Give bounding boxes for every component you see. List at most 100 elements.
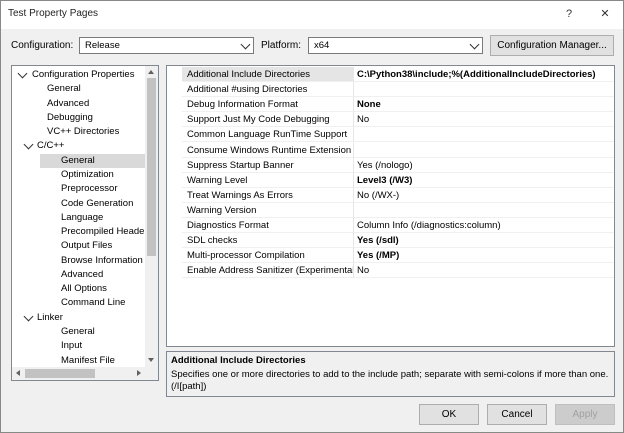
property-name: Common Language RunTime Support [182,127,354,143]
property-row[interactable]: Suppress Startup Banner Yes (/nologo) [167,157,614,173]
property-value[interactable]: Level3 (/W3) [354,173,614,188]
tree-item[interactable]: VC++ Directories [12,125,146,139]
tree-item[interactable]: C/C++ [12,139,146,153]
tree-hscroll-thumb[interactable] [25,369,95,378]
tree-item[interactable]: Output Files [12,239,146,253]
tree-item[interactable]: Debugging [12,111,146,125]
property-row[interactable]: Treat Warnings As Errors No (/WX-) [167,187,614,203]
tree-item[interactable]: General [12,82,146,96]
tree-item[interactable]: Advanced [12,97,146,111]
tree-item-label: General [61,326,95,338]
property-value[interactable] [354,127,614,143]
property-row[interactable]: Consume Windows Runtime Extension [167,142,614,158]
scroll-left-icon[interactable] [16,370,20,376]
property-pages-dialog: Test Property Pages ? ✕ Configuration: R… [0,0,624,433]
chevron-down-icon [240,39,251,50]
property-row[interactable]: Warning Level Level3 (/W3) [167,172,614,188]
tree-item[interactable]: All Options [12,282,146,296]
property-value[interactable] [354,143,614,158]
property-value[interactable]: C:\Python38\include;%(AdditionalIncludeD… [354,67,614,82]
property-row[interactable]: Common Language RunTime Support [167,127,614,143]
tree-item-label: Language [61,211,104,223]
tree-item-label: Preprocessor [61,183,118,195]
description-panel: Additional Include Directories Specifies… [166,351,615,397]
property-row[interactable]: Warning Version [167,202,614,218]
property-grid: Additional Include Directories C:\Python3… [166,65,615,347]
property-name: Additional #using Directories [182,82,354,98]
property-value[interactable]: Yes (/MP) [354,248,614,264]
property-value[interactable] [354,82,614,98]
property-value[interactable]: No [354,263,614,279]
tree-item-label: Browse Information [61,254,143,266]
expand-chevron-icon[interactable] [23,139,34,150]
property-name: Consume Windows Runtime Extension [182,142,354,158]
tree-item-label: Input [61,340,83,352]
tree-scroll-thumb[interactable] [147,78,156,256]
tree-item[interactable]: Linker [12,311,146,325]
tree-item-label: Output Files [61,240,113,252]
property-value[interactable]: Yes (/nologo) [354,158,614,173]
property-name: Diagnostics Format [182,218,354,233]
property-row[interactable]: Support Just My Code Debugging No [167,112,614,128]
platform-label: Platform: [261,40,302,51]
property-row[interactable]: Diagnostics Format Column Info (/diagnost… [167,218,614,233]
tree-item-label: Command Line [61,297,126,309]
tree-item[interactable]: Configuration Properties [12,68,146,82]
tree-item-label: C/C++ [37,140,65,152]
description-title: Additional Include Directories [171,355,306,366]
tree-item-label: Linker [37,311,63,323]
tree-item[interactable]: Code Generation [12,197,146,211]
chevron-down-icon [469,39,480,50]
property-name: Enable Address Sanitizer (Experimental) [182,263,354,279]
property-name: Warning Level [182,172,354,188]
property-row[interactable]: SDL checks Yes (/sdl) [167,233,614,249]
configuration-label: Configuration: [11,40,74,51]
tree-item[interactable]: Command Line [12,296,146,310]
description-text: Specifies one or more directories to add… [171,369,609,392]
help-icon[interactable]: ? [561,6,577,22]
title-bar: Test Property Pages ? ✕ [1,1,623,29]
property-value[interactable]: Column Info (/diagnostics:column) [354,218,614,233]
expand-chevron-icon[interactable] [17,68,28,79]
tree-item[interactable]: Advanced [12,268,146,282]
ok-button[interactable]: OK [419,404,479,425]
tree-item[interactable]: Precompiled Heade [12,225,146,239]
tree-vertical-scrollbar[interactable] [145,66,158,380]
tree-item[interactable]: Input [12,339,146,353]
configuration-manager-button[interactable]: Configuration Manager... [490,35,614,56]
cancel-button[interactable]: Cancel [487,404,547,425]
property-value[interactable]: Yes (/sdl) [354,233,614,249]
tree-item-label: VC++ Directories [47,126,120,138]
tree-item[interactable]: General [40,153,146,168]
platform-select[interactable]: x64 [308,37,483,54]
property-value[interactable]: None [354,97,614,113]
scroll-down-icon[interactable] [148,358,154,362]
tree-item-label: Advanced [47,97,90,109]
tree-item[interactable]: Browse Information [12,254,146,268]
tree-item[interactable]: Manifest File [12,354,146,368]
tree-item-label: General [61,154,95,166]
tree-item-label: Debugging [47,111,93,123]
close-icon[interactable]: ✕ [597,6,613,22]
tree-item[interactable]: Optimization [12,168,146,182]
property-row[interactable]: Additional Include Directories C:\Python3… [167,67,614,82]
property-row[interactable]: Additional #using Directories [167,82,614,98]
tree-horizontal-scrollbar[interactable] [12,367,145,380]
tree-item[interactable]: Language [12,211,146,225]
apply-button[interactable]: Apply [555,404,615,425]
property-row[interactable]: Enable Address Sanitizer (Experimental) N… [167,263,614,279]
tree-item-label: Configuration Properties [32,69,135,80]
property-row[interactable]: Multi-processor Compilation Yes (/MP) [167,248,614,264]
scroll-right-icon[interactable] [137,370,141,376]
property-value[interactable]: No (/WX-) [354,188,614,203]
tree-item-label: Advanced [61,268,104,280]
tree-item[interactable]: General [12,325,146,339]
configuration-select[interactable]: Release [79,37,254,54]
property-row[interactable]: Debug Information Format None [167,97,614,113]
scroll-up-icon[interactable] [148,70,154,74]
expand-chevron-icon[interactable] [23,311,34,322]
property-value[interactable] [354,203,614,218]
property-name: Suppress Startup Banner [182,157,354,173]
property-value[interactable]: No [354,112,614,128]
tree-item[interactable]: Preprocessor [12,182,146,196]
